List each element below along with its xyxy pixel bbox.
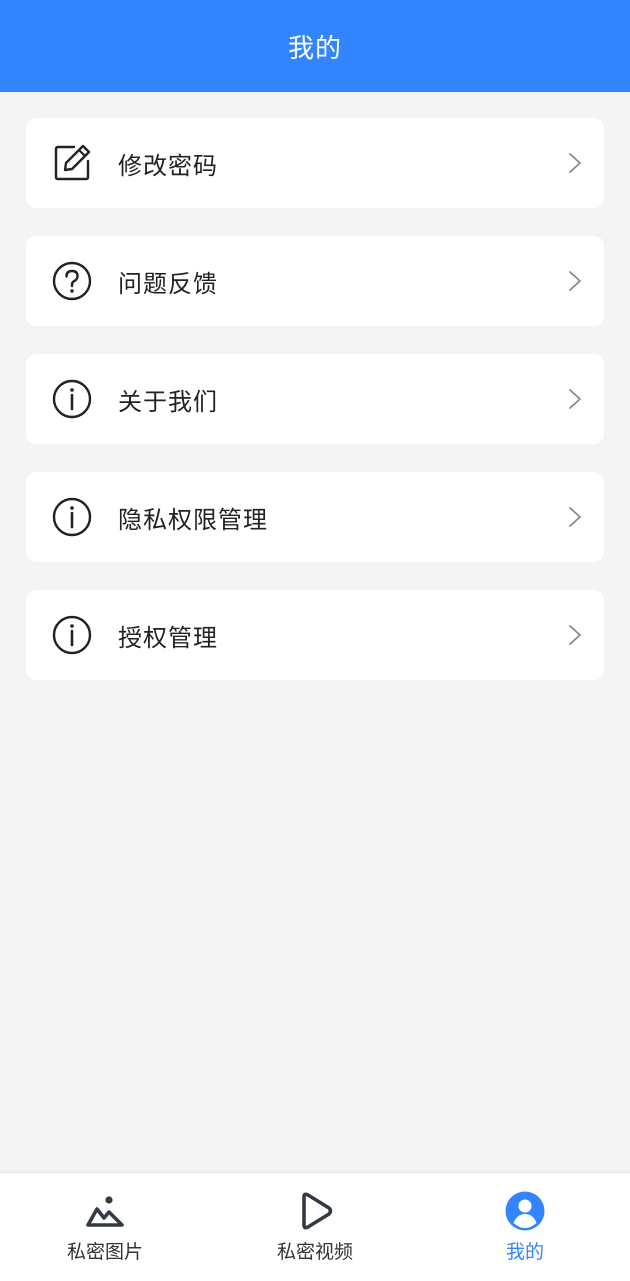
tab-label: 私密图片 bbox=[66, 1241, 143, 1263]
menu-item-authorization[interactable]: 授权管理 bbox=[26, 590, 604, 680]
menu-item-privacy-permissions[interactable]: 隐私权限管理 bbox=[26, 472, 604, 562]
tab-private-pictures[interactable]: 私密图片 bbox=[0, 1173, 210, 1281]
chevron-right-icon bbox=[569, 625, 581, 645]
menu-item-label: 修改密码 bbox=[118, 151, 218, 180]
edit-icon bbox=[54, 144, 91, 181]
menu-item-about-us[interactable]: 关于我们 bbox=[26, 354, 604, 444]
menu-item-label: 隐私权限管理 bbox=[118, 505, 268, 534]
menu-item-label: 问题反馈 bbox=[118, 269, 218, 298]
menu-item-feedback[interactable]: 问题反馈 bbox=[26, 236, 604, 326]
picture-icon bbox=[86, 1196, 124, 1227]
tab-label: 私密视频 bbox=[276, 1241, 353, 1263]
page-title: 我的 bbox=[287, 33, 342, 64]
chevron-right-icon bbox=[569, 507, 581, 527]
menu-item-label: 授权管理 bbox=[118, 623, 218, 652]
tab-private-videos[interactable]: 私密视频 bbox=[210, 1173, 420, 1281]
info-icon bbox=[52, 615, 92, 655]
chevron-right-icon bbox=[569, 153, 581, 173]
info-icon bbox=[52, 379, 92, 419]
settings-menu: 修改密码 问题反馈 关于我们 隐私权限管理 授权管理 bbox=[26, 118, 604, 708]
bottom-tab-bar: 私密图片 私密视频 我的 bbox=[0, 1172, 630, 1281]
question-icon bbox=[52, 261, 92, 301]
chevron-right-icon bbox=[569, 271, 581, 291]
tab-mine[interactable]: 我的 bbox=[420, 1173, 630, 1281]
menu-item-label: 关于我们 bbox=[118, 387, 218, 416]
top-bar: 我的 bbox=[0, 0, 630, 92]
info-icon bbox=[52, 497, 92, 537]
tab-label: 我的 bbox=[505, 1241, 544, 1263]
chevron-right-icon bbox=[569, 389, 581, 409]
user-icon bbox=[505, 1191, 545, 1231]
play-icon bbox=[302, 1192, 333, 1230]
menu-item-change-password[interactable]: 修改密码 bbox=[26, 118, 604, 208]
